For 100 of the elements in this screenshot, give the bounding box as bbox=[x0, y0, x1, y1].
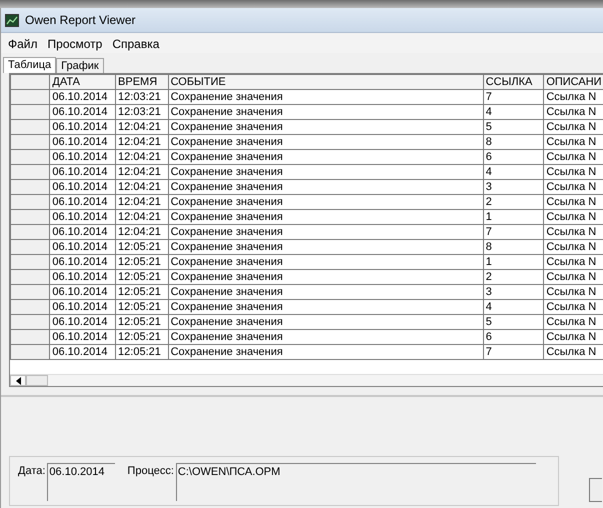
table-cell: Ссылка N bbox=[544, 330, 603, 344]
table-cell: 12:05:21 bbox=[116, 240, 168, 254]
table-cell: 06.10.2014 bbox=[50, 314, 116, 330]
row-header[interactable] bbox=[10, 240, 50, 254]
table-cell: 06.10.2014 bbox=[50, 150, 116, 164]
row-header[interactable] bbox=[10, 150, 50, 164]
table-cell: 7 bbox=[483, 90, 544, 104]
table-cell: 12:05:21 bbox=[116, 270, 168, 284]
tab[interactable]: График bbox=[56, 58, 104, 73]
row-header[interactable] bbox=[10, 284, 50, 300]
table-cell: 12:05:21 bbox=[116, 300, 168, 314]
row-header[interactable] bbox=[10, 314, 50, 330]
table-cell: 12:03:21 bbox=[116, 104, 168, 120]
column-header[interactable]: ВРЕМЯ bbox=[116, 74, 168, 90]
input-field[interactable]: 06.10.2014 bbox=[47, 463, 116, 501]
table-cell: Ссылка N bbox=[544, 90, 603, 104]
table-cell: 06.10.2014 bbox=[50, 300, 116, 314]
table-cell: 06.10.2014 bbox=[50, 134, 116, 150]
table-cell: 1 bbox=[483, 210, 544, 224]
table-cell: 06.10.2014 bbox=[50, 344, 116, 360]
menu-item[interactable]: Файл bbox=[3, 36, 43, 52]
row-header[interactable] bbox=[10, 164, 50, 180]
table-cell: Сохранение значения bbox=[168, 150, 484, 164]
row-header[interactable] bbox=[10, 300, 50, 314]
table-cell: Сохранение значения bbox=[168, 224, 484, 240]
table-cell: 06.10.2014 bbox=[50, 254, 116, 270]
table-cell: Ссылка N bbox=[544, 344, 603, 360]
column-header[interactable]: ОПИСАНИ bbox=[544, 74, 603, 90]
table-cell: 3 bbox=[483, 284, 544, 300]
menu-item[interactable]: Справка bbox=[107, 36, 164, 52]
row-header[interactable] bbox=[10, 224, 50, 240]
button[interactable] bbox=[589, 478, 602, 502]
row-header[interactable] bbox=[10, 330, 50, 344]
row-header[interactable] bbox=[10, 180, 50, 194]
column-header[interactable]: ССЫЛКА bbox=[483, 74, 544, 90]
table-cell: 12:05:21 bbox=[116, 314, 168, 330]
table-cell: 4 bbox=[483, 300, 544, 314]
row-header[interactable] bbox=[10, 344, 50, 360]
table-cell: 3 bbox=[483, 180, 544, 194]
table-cell: 12:04:21 bbox=[116, 134, 168, 150]
table-cell: 06.10.2014 bbox=[50, 330, 116, 344]
table-cell: Ссылка N bbox=[544, 210, 603, 224]
table-cell: Сохранение значения bbox=[168, 134, 484, 150]
table-cell: Сохранение значения bbox=[168, 180, 484, 194]
table-cell: 12:05:21 bbox=[116, 254, 168, 270]
table-cell: 4 bbox=[483, 164, 544, 180]
table-cell: Ссылка N bbox=[544, 104, 603, 120]
table-cell: 8 bbox=[483, 134, 544, 150]
table-cell: 12:04:21 bbox=[116, 224, 168, 240]
table-cell: 06.10.2014 bbox=[50, 210, 116, 224]
window-title: Owen Report Viewer bbox=[25, 13, 136, 27]
table-cell: 12:05:21 bbox=[116, 284, 168, 300]
table-cell: 6 bbox=[483, 150, 544, 164]
table-cell: 06.10.2014 bbox=[50, 240, 116, 254]
table-cell: Ссылка N bbox=[544, 180, 603, 194]
row-header[interactable] bbox=[10, 194, 50, 210]
table-cell: 12:03:21 bbox=[116, 90, 168, 104]
table-cell: 7 bbox=[483, 344, 544, 360]
table-cell: Сохранение значения bbox=[168, 90, 484, 104]
table-cell: 06.10.2014 bbox=[50, 194, 116, 210]
table-cell: Сохранение значения bbox=[168, 240, 484, 254]
table-cell: 7 bbox=[483, 224, 544, 240]
table-cell: Ссылка N bbox=[544, 240, 603, 254]
table-cell: Сохранение значения bbox=[168, 314, 484, 330]
row-header[interactable] bbox=[10, 90, 50, 104]
table-cell: 06.10.2014 bbox=[50, 104, 116, 120]
table-cell: 12:05:21 bbox=[116, 344, 168, 360]
scroll-left-icon[interactable] bbox=[10, 375, 26, 386]
table-cell: 12:04:21 bbox=[116, 194, 168, 210]
table-cell: Сохранение значения bbox=[168, 210, 484, 224]
table-cell: 06.10.2014 bbox=[50, 224, 116, 240]
column-header[interactable]: ДАТА bbox=[50, 74, 116, 90]
table-cell: 2 bbox=[483, 270, 544, 284]
table-cell: Сохранение значения bbox=[168, 104, 484, 120]
row-header[interactable] bbox=[10, 120, 50, 134]
table-cell: 12:04:21 bbox=[116, 180, 168, 194]
table-cell: Сохранение значения bbox=[168, 284, 484, 300]
table-cell: 12:04:21 bbox=[116, 150, 168, 164]
row-header[interactable] bbox=[10, 134, 50, 150]
column-header[interactable]: СОБЫТИЕ bbox=[168, 74, 484, 90]
table-cell: 8 bbox=[483, 240, 544, 254]
table-cell: Сохранение значения bbox=[168, 330, 484, 344]
menu-item[interactable]: Просмотр bbox=[42, 36, 108, 52]
table-cell: Сохранение значения bbox=[168, 270, 484, 284]
row-header[interactable] bbox=[10, 104, 50, 120]
row-header[interactable] bbox=[10, 270, 50, 284]
table-cell: Сохранение значения bbox=[168, 344, 484, 360]
table-cell: 06.10.2014 bbox=[50, 164, 116, 180]
row-header[interactable] bbox=[10, 210, 50, 224]
table-cell: Ссылка N bbox=[544, 164, 603, 180]
table-cell: 5 bbox=[483, 120, 544, 134]
input-field[interactable]: C:\OWEN\ПСА.OPM bbox=[176, 463, 536, 501]
scroll-thumb[interactable] bbox=[26, 375, 48, 386]
row-header[interactable] bbox=[10, 254, 50, 270]
table-cell: 12:04:21 bbox=[116, 120, 168, 134]
table-cell: Ссылка N bbox=[544, 270, 603, 284]
table-cell: 06.10.2014 bbox=[50, 90, 116, 104]
tab[interactable]: Таблица bbox=[3, 57, 56, 73]
field-label: Дата: bbox=[18, 465, 46, 477]
table-cell: 2 bbox=[483, 194, 544, 210]
